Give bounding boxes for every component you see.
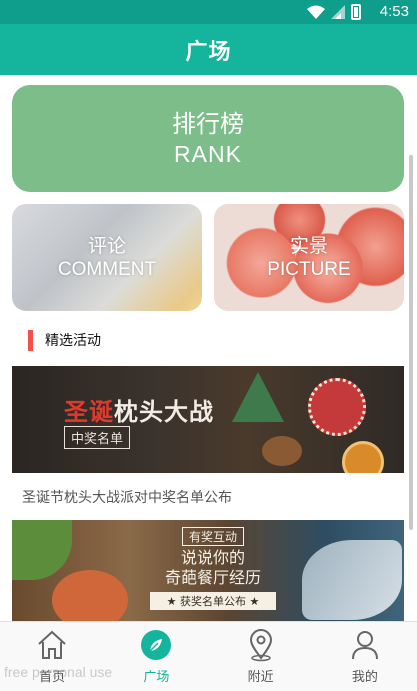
- nav-item-nearby[interactable]: 附近: [209, 622, 313, 691]
- banner-1-subtitle: 中奖名单: [64, 426, 131, 449]
- fish-decoration: [302, 540, 402, 620]
- orange-slice-decoration: [342, 441, 384, 473]
- location-pin-icon: [249, 629, 272, 662]
- comment-card-title-cn: 评论: [87, 234, 126, 257]
- person-icon: [351, 631, 378, 660]
- banner-2-line1: 说说你的: [180, 548, 245, 567]
- rank-card-title-cn: 排行榜: [172, 109, 244, 138]
- nav-item-home[interactable]: 首页: [0, 622, 104, 691]
- activity-banner-2[interactable]: 有奖互动 说说你的 奇葩餐厅经历 ★ 获奖名单公布 ★: [12, 520, 404, 621]
- banner-2-line3: ★ 获奖名单公布 ★: [150, 592, 276, 610]
- nav-label-nearby: 附近: [247, 670, 274, 685]
- content-scroll[interactable]: 排行榜 RANK 评论 COMMENT 实景 PICTURE 精选活动 圣诞枕头…: [0, 75, 417, 621]
- bottom-nav: 首页 广场 附近 我的: [0, 621, 417, 691]
- lentils-bowl-decoration: [52, 570, 128, 621]
- signal-icon: [331, 5, 345, 19]
- picture-card[interactable]: 实景 PICTURE: [214, 204, 404, 311]
- compass-leaf-icon: [141, 630, 172, 660]
- activity-banner-1[interactable]: 圣诞枕头大战 中奖名单: [12, 366, 404, 473]
- snowflake-cookie-decoration: [308, 378, 366, 436]
- page-title: 广场: [185, 39, 232, 65]
- banner-2-tag: 有奖互动: [181, 527, 244, 546]
- picture-card-title-cn: 实景: [289, 234, 328, 257]
- christmas-tree-decoration: [232, 372, 284, 422]
- home-icon: [38, 630, 66, 659]
- status-time: 4:53: [379, 3, 409, 20]
- banner-2-line2: 奇葩餐厅经历: [164, 568, 261, 587]
- nav-label-me: 我的: [351, 670, 378, 685]
- section-header: 精选活动: [28, 329, 101, 351]
- comment-card-title-en: COMMENT: [57, 258, 157, 280]
- banner-2-promo: 有奖互动 说说你的 奇葩餐厅经历 ★ 获奖名单公布 ★: [150, 526, 276, 610]
- scrollbar[interactable]: [409, 155, 413, 530]
- section-label: 精选活动: [45, 333, 101, 349]
- banner-1-headline-main: 枕头大战: [114, 398, 214, 426]
- greens-decoration: [12, 520, 72, 580]
- banner-1-headline-red: 圣诞: [64, 398, 114, 426]
- status-bar: 4:53: [0, 0, 417, 24]
- battery-icon: [351, 4, 361, 20]
- picture-card-title-en: PICTURE: [267, 258, 351, 280]
- section-accent-bar: [28, 329, 33, 351]
- app-bar: 广场: [0, 24, 417, 75]
- nav-label-square: 广场: [143, 670, 170, 685]
- status-icons: [307, 4, 361, 20]
- banner-1-headline: 圣诞枕头大战: [64, 392, 214, 427]
- nav-label-home: 首页: [39, 670, 66, 685]
- activity-title-1[interactable]: 圣诞节枕头大战派对中奖名单公布: [22, 487, 232, 507]
- cookie-decoration: [262, 436, 302, 466]
- nav-item-square[interactable]: 广场: [104, 622, 208, 691]
- wifi-icon: [307, 5, 325, 19]
- rank-card-title-en: RANK: [174, 140, 242, 167]
- comment-card[interactable]: 评论 COMMENT: [12, 204, 202, 311]
- nav-item-me[interactable]: 我的: [313, 622, 417, 691]
- rank-card[interactable]: 排行榜 RANK: [12, 85, 404, 192]
